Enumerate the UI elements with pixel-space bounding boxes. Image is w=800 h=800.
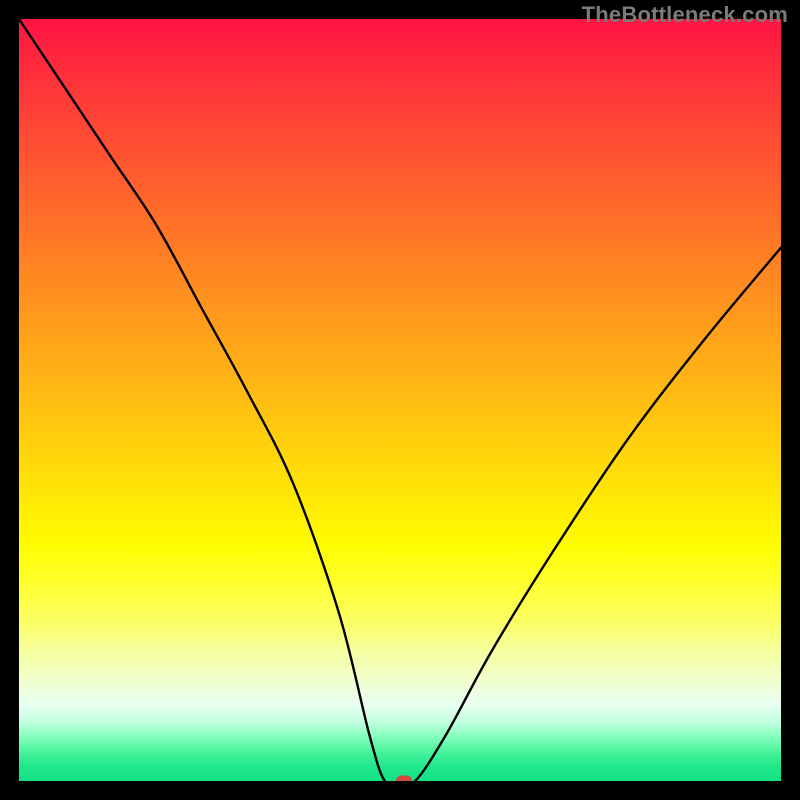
chart-frame: TheBottleneck.com (0, 0, 800, 800)
curve-path (19, 19, 781, 781)
bottleneck-curve (19, 19, 781, 781)
optimum-marker (396, 776, 412, 782)
plot-area (19, 19, 781, 781)
watermark-text: TheBottleneck.com (582, 2, 788, 28)
